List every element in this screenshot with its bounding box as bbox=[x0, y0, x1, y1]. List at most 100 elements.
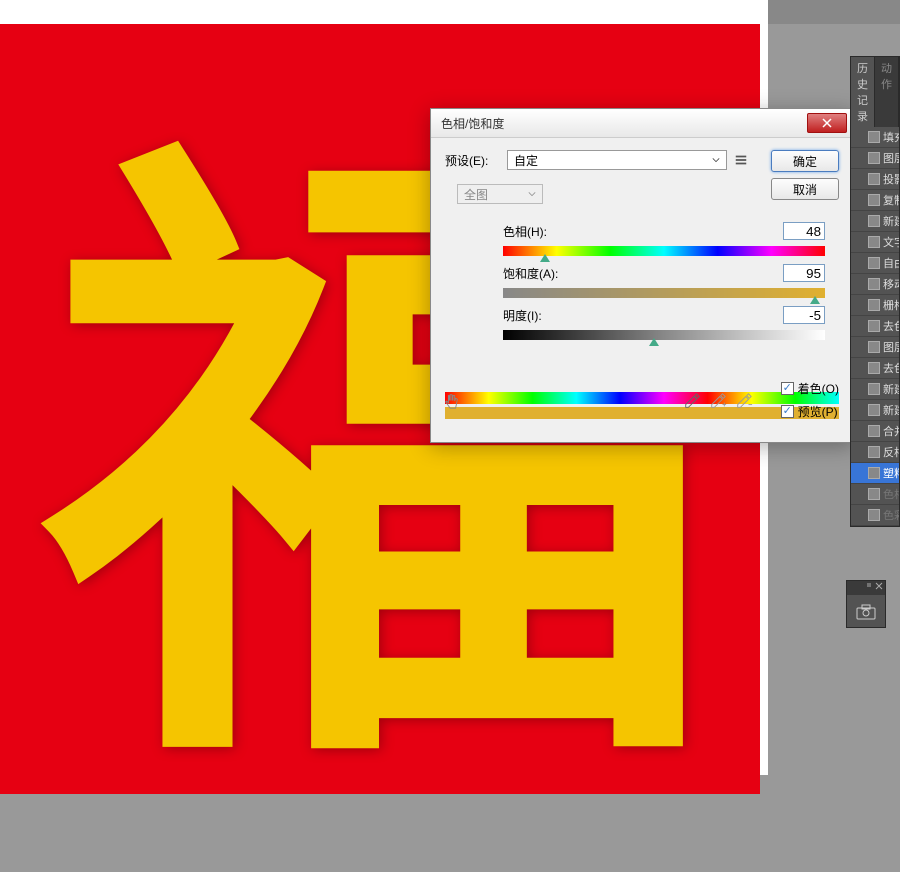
history-item-label: 投影 bbox=[883, 171, 899, 187]
mini-panel-header[interactable] bbox=[847, 581, 885, 595]
history-item[interactable]: 合并图层 bbox=[851, 421, 899, 442]
history-item-label: 自由变换 bbox=[883, 255, 899, 271]
history-item-label: 塑料包装 bbox=[883, 465, 899, 481]
history-item-label: 色彩平衡 bbox=[883, 507, 899, 523]
channel-select[interactable]: 全图 bbox=[457, 184, 543, 204]
hue-saturation-dialog: 色相/饱和度 预设(E): 自定 全图 色相(H) bbox=[430, 108, 854, 443]
history-item[interactable]: 图层样式 bbox=[851, 337, 899, 358]
history-item[interactable]: 新建图层 bbox=[851, 379, 899, 400]
history-item-label: 去色 bbox=[883, 360, 899, 376]
history-item[interactable]: 文字工具 bbox=[851, 232, 899, 253]
history-step-icon bbox=[868, 236, 880, 248]
history-item[interactable]: 色相/饱和 bbox=[851, 484, 899, 505]
history-item[interactable]: 复制图层 bbox=[851, 190, 899, 211]
hue-input[interactable] bbox=[783, 222, 825, 240]
history-step-icon bbox=[868, 488, 880, 500]
mini-panel[interactable] bbox=[846, 580, 886, 628]
history-step-icon bbox=[868, 215, 880, 227]
history-item[interactable]: 移动 bbox=[851, 274, 899, 295]
saturation-slider[interactable] bbox=[503, 288, 825, 298]
history-item[interactable]: 去色 bbox=[851, 316, 899, 337]
lightness-input[interactable] bbox=[783, 306, 825, 324]
saturation-label: 饱和度(A): bbox=[503, 265, 558, 282]
history-item[interactable]: 投影 bbox=[851, 169, 899, 190]
saturation-input[interactable] bbox=[783, 264, 825, 282]
eyedropper-plus-icon[interactable] bbox=[709, 392, 727, 410]
preview-checkbox[interactable] bbox=[781, 405, 794, 418]
hue-slider[interactable] bbox=[503, 246, 825, 256]
history-step-icon bbox=[868, 404, 880, 416]
dialog-title: 色相/饱和度 bbox=[441, 115, 504, 132]
history-step-icon bbox=[868, 131, 880, 143]
history-item-label: 文字工具 bbox=[883, 234, 899, 250]
history-item[interactable]: 去色 bbox=[851, 358, 899, 379]
history-item-label: 复制图层 bbox=[883, 192, 899, 208]
lightness-slider-thumb[interactable] bbox=[649, 338, 659, 348]
cancel-button[interactable]: 取消 bbox=[771, 178, 839, 200]
tab-actions[interactable]: 动作 bbox=[875, 57, 899, 127]
history-item-label: 合并图层 bbox=[883, 423, 899, 439]
ok-button[interactable]: 确定 bbox=[771, 150, 839, 172]
history-step-icon bbox=[868, 320, 880, 332]
lightness-slider[interactable] bbox=[503, 330, 825, 340]
history-item-label: 新建图层 bbox=[883, 213, 899, 229]
history-panel: 历史记录 动作 填充图层图层样式投影复制图层新建图层文字工具自由变换移动栅格化文… bbox=[850, 56, 900, 527]
history-item-label: 新建图层 bbox=[883, 402, 899, 418]
history-item-label: 反相 bbox=[883, 444, 899, 460]
preset-select[interactable]: 自定 bbox=[507, 150, 727, 170]
close-icon bbox=[822, 118, 832, 128]
history-item-label: 填充图层 bbox=[883, 129, 899, 145]
hue-slider-thumb[interactable] bbox=[540, 254, 550, 264]
history-item-label: 栅格化文 bbox=[883, 297, 899, 313]
history-step-icon bbox=[868, 446, 880, 458]
history-item-label: 图层样式 bbox=[883, 339, 899, 355]
history-item[interactable]: 色彩平衡 bbox=[851, 505, 899, 526]
history-item-label: 色相/饱和 bbox=[883, 486, 899, 502]
history-step-icon bbox=[868, 173, 880, 185]
colorize-checkbox[interactable] bbox=[781, 382, 794, 395]
tab-history[interactable]: 历史记录 bbox=[851, 57, 875, 127]
history-item[interactable]: 塑料包装 bbox=[851, 463, 899, 484]
history-item[interactable]: 反相 bbox=[851, 442, 899, 463]
history-item[interactable]: 填充图层 bbox=[851, 127, 899, 148]
history-step-icon bbox=[868, 362, 880, 374]
history-item-label: 新建图层 bbox=[883, 381, 899, 397]
history-step-icon bbox=[868, 257, 880, 269]
close-button[interactable] bbox=[807, 113, 847, 133]
close-panel-icon bbox=[875, 582, 883, 590]
history-item-label: 移动 bbox=[883, 276, 899, 292]
dialog-titlebar[interactable]: 色相/饱和度 bbox=[431, 109, 853, 138]
collapse-icon bbox=[865, 582, 873, 590]
history-item[interactable]: 图层样式 bbox=[851, 148, 899, 169]
hue-label: 色相(H): bbox=[503, 223, 547, 240]
lightness-label: 明度(I): bbox=[503, 307, 542, 324]
history-step-icon bbox=[868, 467, 880, 479]
history-step-icon bbox=[868, 341, 880, 353]
camera-icon[interactable] bbox=[856, 604, 876, 620]
chevron-down-icon bbox=[712, 156, 720, 164]
history-step-icon bbox=[868, 509, 880, 521]
history-item-label: 图层样式 bbox=[883, 150, 899, 166]
history-list: 填充图层图层样式投影复制图层新建图层文字工具自由变换移动栅格化文去色图层样式去色… bbox=[851, 127, 899, 526]
history-item[interactable]: 栅格化文 bbox=[851, 295, 899, 316]
history-item[interactable]: 新建图层 bbox=[851, 400, 899, 421]
saturation-slider-thumb[interactable] bbox=[810, 296, 820, 306]
preview-label: 预览(P) bbox=[798, 403, 838, 420]
history-item[interactable]: 新建图层 bbox=[851, 211, 899, 232]
history-step-icon bbox=[868, 152, 880, 164]
history-step-icon bbox=[868, 278, 880, 290]
history-item[interactable]: 自由变换 bbox=[851, 253, 899, 274]
history-step-icon bbox=[868, 425, 880, 437]
hand-tool-icon[interactable] bbox=[443, 392, 461, 410]
history-step-icon bbox=[868, 299, 880, 311]
history-step-icon bbox=[868, 194, 880, 206]
preset-menu-icon[interactable] bbox=[733, 152, 749, 168]
chevron-down-icon bbox=[528, 190, 536, 198]
preset-value: 自定 bbox=[514, 152, 538, 169]
eyedropper-icon[interactable] bbox=[683, 392, 701, 410]
history-step-icon bbox=[868, 383, 880, 395]
eyedropper-minus-icon[interactable] bbox=[735, 392, 753, 410]
preset-label: 预设(E): bbox=[445, 152, 501, 169]
history-item-label: 去色 bbox=[883, 318, 899, 334]
colorize-label: 着色(O) bbox=[798, 380, 839, 397]
